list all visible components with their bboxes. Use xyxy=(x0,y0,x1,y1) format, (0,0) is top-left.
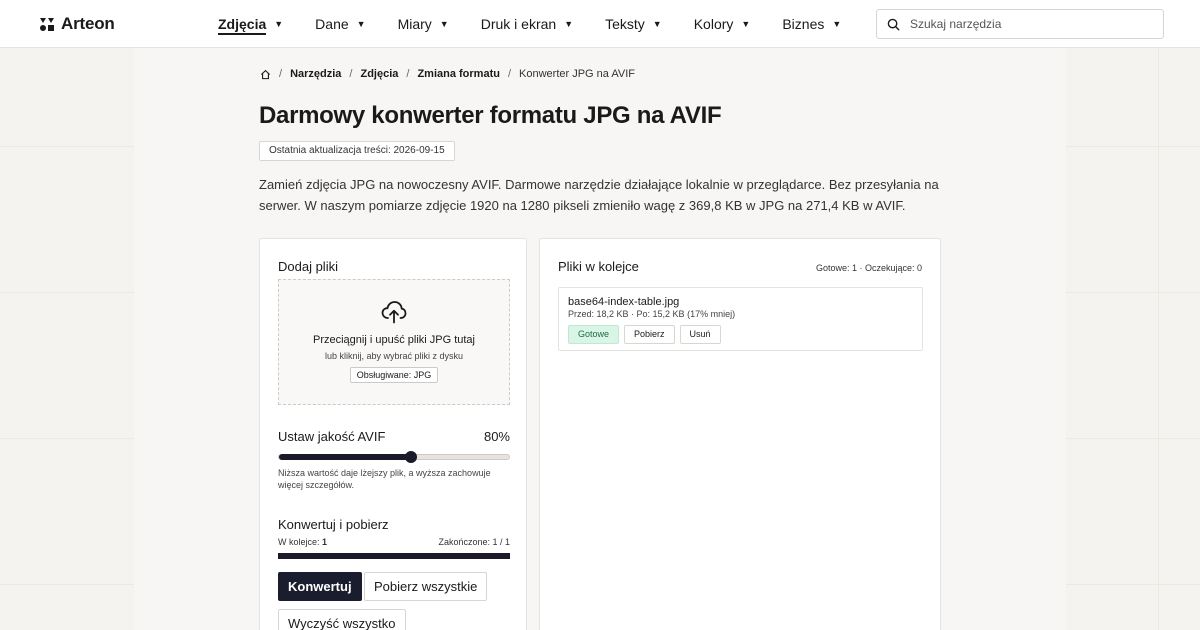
convert-title: Konwertuj i pobierz xyxy=(278,517,389,532)
quality-slider[interactable] xyxy=(278,451,510,463)
breadcrumb-current: Konwerter JPG na AVIF xyxy=(519,68,635,80)
breadcrumb-separator: / xyxy=(406,68,410,80)
chevron-down-icon: ▼ xyxy=(439,19,449,29)
quality-value: 80% xyxy=(483,429,510,444)
download-all-button[interactable]: Pobierz wszystkie xyxy=(364,572,488,601)
brand-name: Arteon xyxy=(61,14,115,33)
slider-fill xyxy=(279,454,411,460)
brand-logo[interactable]: Arteon xyxy=(39,14,115,34)
breadcrumb-separator: / xyxy=(279,68,283,80)
main-nav: Zdjęcia ▼ Dane ▼ Miary ▼ Druk i ekran ▼ … xyxy=(218,0,873,48)
chevron-down-icon: ▼ xyxy=(832,19,842,29)
nav-item-kolory[interactable]: Kolory ▼ xyxy=(694,0,751,48)
nav-item-miary[interactable]: Miary ▼ xyxy=(398,0,449,48)
page-description: Zamień zdjęcia JPG na nowoczesny AVIF. D… xyxy=(259,177,939,213)
progress-row: W kolejce: 1 Zakończone: 1 / 1 xyxy=(278,537,510,547)
nav-label: Zdjęcia xyxy=(218,16,267,32)
queue-count-text: W kolejce: 1 xyxy=(278,537,327,547)
upload-card: Dodaj pliki Przeciągnij i upuść pliki JP… xyxy=(259,238,527,630)
quality-help-text: Niższa wartość daje lżejszy plik, a wyżs… xyxy=(278,468,491,490)
queue-count: 1 xyxy=(322,537,328,547)
search-input[interactable] xyxy=(910,17,1150,31)
page-title: Darmowy konwerter formatu JPG na AVIF xyxy=(259,102,722,129)
remove-button[interactable]: Usuń xyxy=(679,325,721,344)
supported-formats-badge: Obsługiwane: JPG xyxy=(349,367,439,383)
logo-icon xyxy=(40,18,54,31)
file-size-info: Przed: 18,2 KB · Po: 15,2 KB (17% mniej) xyxy=(568,309,736,319)
main-content: / Narzędzia / Zdjęcia / Zmiana formatu /… xyxy=(134,48,1066,630)
cloud-upload-icon xyxy=(381,301,407,324)
breadcrumb-separator: / xyxy=(507,68,512,80)
breadcrumb-link[interactable]: Narzędzia xyxy=(290,68,341,80)
queue-card: Pliki w kolejce Gotowe: 1 · Oczekujące: … xyxy=(539,238,941,630)
done-count-text: Zakończone: 1 / 1 xyxy=(438,537,510,547)
nav-label: Teksty xyxy=(605,16,645,32)
nav-item-teksty[interactable]: Teksty ▼ xyxy=(605,0,662,48)
breadcrumb-link[interactable]: Zdjęcia xyxy=(360,68,398,80)
file-dropzone[interactable]: Przeciągnij i upuść pliki JPG tutaj lub … xyxy=(278,279,510,405)
list-item: base64-index-table.jpg Przed: 18,2 KB · … xyxy=(558,287,923,351)
clear-all-button[interactable]: Wyczyść wszystko xyxy=(278,609,406,630)
breadcrumb-separator: / xyxy=(349,68,353,80)
nav-label: Miary xyxy=(397,16,432,32)
quality-row: Ustaw jakość AVIF 80% xyxy=(278,429,510,444)
home-icon[interactable] xyxy=(260,69,271,80)
nav-label: Dane xyxy=(315,16,349,32)
active-underline xyxy=(218,33,267,35)
nav-item-zdjecia[interactable]: Zdjęcia ▼ xyxy=(218,0,283,48)
upload-title: Dodaj pliki xyxy=(278,259,338,274)
updated-badge: Ostatnia aktualizacja treści: 2026-09-15 xyxy=(259,141,455,161)
chevron-down-icon: ▼ xyxy=(274,19,284,29)
progress-bar xyxy=(278,553,510,559)
queue-status: Gotowe: 1 · Oczekujące: 0 xyxy=(815,263,922,273)
convert-button[interactable]: Konwertuj xyxy=(278,572,362,601)
nav-item-biznes[interactable]: Biznes ▼ xyxy=(782,0,841,48)
file-actions: Gotowe Pobierz Usuń xyxy=(568,325,721,344)
chevron-down-icon: ▼ xyxy=(356,19,366,29)
queue-label: W kolejce: xyxy=(278,537,320,547)
nav-label: Druk i ekran xyxy=(480,16,557,32)
dropzone-sub-text: lub kliknij, aby wybrać pliki z dysku xyxy=(324,351,464,361)
file-name: base64-index-table.jpg xyxy=(568,296,680,308)
breadcrumb: / Narzędzia / Zdjęcia / Zmiana formatu /… xyxy=(260,68,635,80)
dropzone-main-text: Przeciągnij i upuść pliki JPG tutaj xyxy=(312,334,475,346)
search-icon xyxy=(887,18,900,31)
chevron-down-icon: ▼ xyxy=(652,19,662,29)
nav-label: Biznes xyxy=(782,16,825,32)
search-box[interactable] xyxy=(876,9,1164,39)
nav-label: Kolory xyxy=(693,16,734,32)
progress-fill xyxy=(278,553,510,559)
nav-item-dane[interactable]: Dane ▼ xyxy=(315,0,365,48)
top-header: Arteon Zdjęcia ▼ Dane ▼ Miary ▼ Druk i e… xyxy=(0,0,1200,48)
chevron-down-icon: ▼ xyxy=(564,19,574,29)
chevron-down-icon: ▼ xyxy=(741,19,751,29)
download-button[interactable]: Pobierz xyxy=(624,325,675,344)
nav-item-druk[interactable]: Druk i ekran ▼ xyxy=(481,0,573,48)
breadcrumb-link[interactable]: Zmiana formatu xyxy=(417,68,500,80)
queue-title: Pliki w kolejce xyxy=(558,259,639,274)
quality-label: Ustaw jakość AVIF xyxy=(278,429,386,444)
slider-thumb[interactable] xyxy=(405,451,417,463)
status-badge: Gotowe xyxy=(568,325,620,344)
